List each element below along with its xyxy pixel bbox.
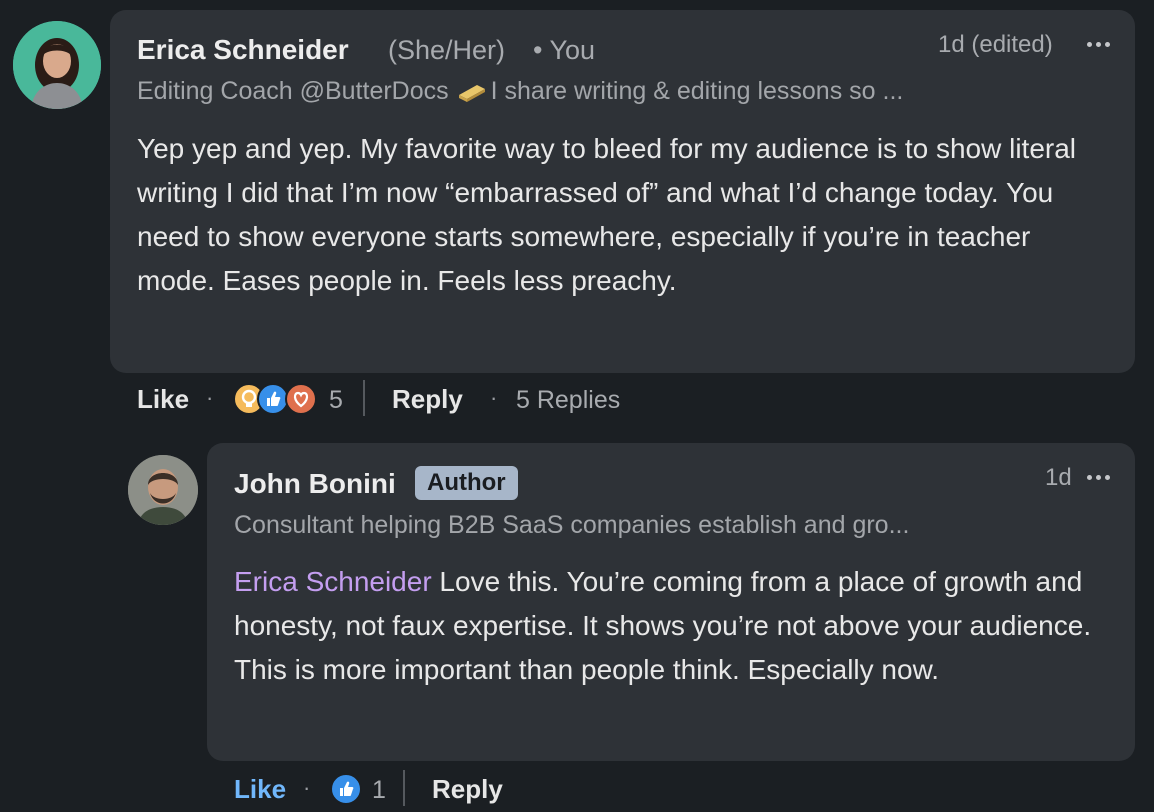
author-headline: Consultant helping B2B SaaS companies es… [234, 511, 910, 539]
person-photo-icon [13, 21, 101, 109]
author-name[interactable]: John Bonini [234, 468, 396, 500]
separator-dot: · [206, 385, 214, 410]
author-headline: Editing Coach @ButterDocs I share writin… [137, 77, 903, 106]
like-reaction-icon[interactable] [330, 773, 362, 805]
love-icon[interactable] [285, 383, 317, 415]
more-options-icon[interactable] [1087, 475, 1110, 480]
more-options-icon[interactable] [1087, 42, 1110, 47]
separator-dot: · [490, 385, 498, 410]
avatar-erica[interactable] [13, 21, 101, 109]
author-badge: Author [415, 466, 518, 500]
headline-rest: I share writing & editing lessons so ... [490, 77, 904, 105]
avatar-john[interactable] [128, 455, 198, 525]
headline-title: Editing Coach @ButterDocs [137, 77, 449, 105]
reaction-count[interactable]: 5 [329, 386, 343, 415]
author-relation: • You [533, 35, 596, 65]
mention-link[interactable]: Erica Schneider [234, 566, 432, 597]
reply-body: Erica Schneider Love this. You’re coming… [234, 560, 1114, 692]
action-divider [363, 380, 365, 416]
like-button[interactable]: Like [234, 774, 286, 805]
author-pronouns: (She/Her) [388, 35, 506, 65]
reaction-count[interactable]: 1 [372, 776, 386, 805]
comment-body: Yep yep and yep. My favorite way to blee… [137, 133, 1077, 296]
reply-button[interactable]: Reply [392, 384, 463, 415]
author-name[interactable]: Erica Schneider [137, 34, 349, 66]
person-photo-icon [128, 455, 198, 525]
butter-icon [458, 84, 485, 102]
comment-timestamp: 1d (edited) [938, 31, 1053, 58]
reply-button[interactable]: Reply [432, 774, 503, 805]
separator-dot: · [303, 775, 311, 800]
like-button[interactable]: Like [137, 384, 189, 415]
comment-timestamp: 1d [1045, 464, 1072, 491]
action-divider [403, 770, 405, 806]
replies-count-link[interactable]: 5 Replies [516, 386, 620, 415]
